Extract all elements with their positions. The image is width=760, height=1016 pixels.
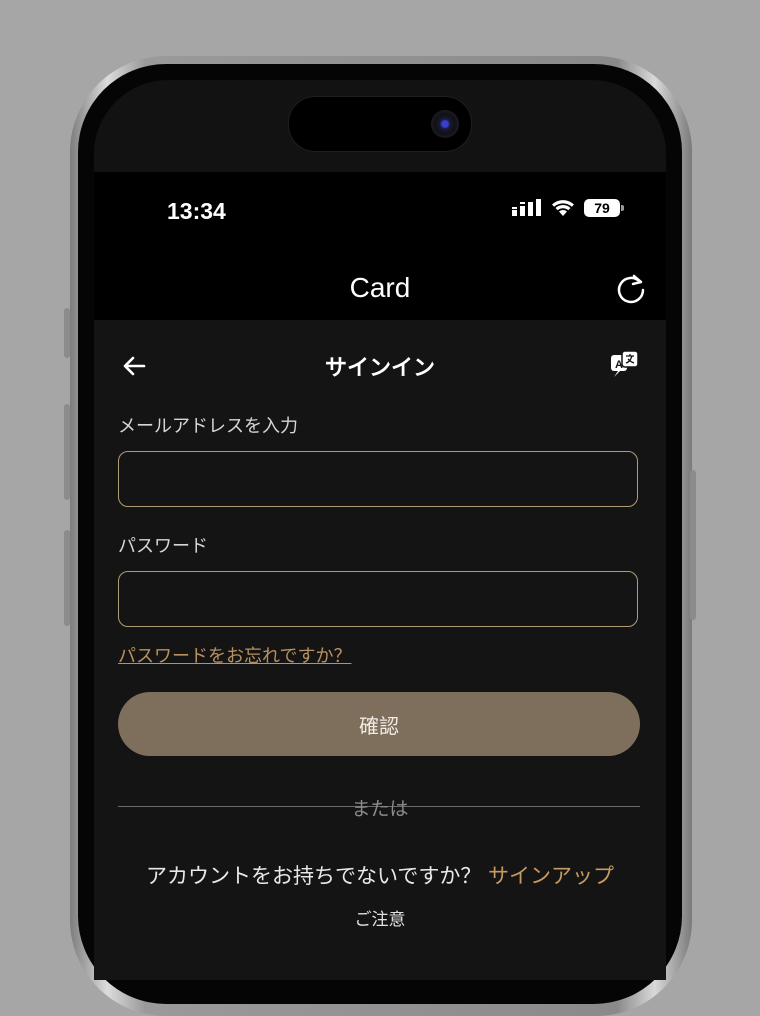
page-title: サインイン [324, 356, 435, 381]
svg-text:A: A [615, 359, 623, 371]
side-button-volume-up [64, 404, 70, 500]
signup-prompt: アカウントをお持ちでないですか？ [145, 864, 482, 888]
phone-screen: 13:34 79 Card サインイン A メールアドレスを入力 パスワード パ… [94, 80, 666, 980]
app-bar: Card [94, 250, 666, 320]
dynamic-island [288, 96, 472, 152]
signup-row: アカウントをお持ちでないですか？ サインアップ [94, 860, 666, 890]
notice-title: ご注意 [354, 910, 406, 930]
translate-icon[interactable]: A [610, 350, 640, 380]
status-bar: 13:34 79 [94, 172, 666, 250]
signal-icon [512, 199, 541, 216]
signup-link[interactable]: サインアップ [488, 864, 614, 888]
refresh-icon[interactable] [614, 272, 648, 306]
email-label: メールアドレスを入力 [118, 416, 298, 437]
battery-icon: 79 [584, 199, 624, 217]
camera-icon [431, 110, 459, 138]
forgot-password-link[interactable]: パスワードをお忘れですか？ [118, 642, 351, 668]
password-field[interactable] [118, 571, 638, 627]
signin-panel: サインイン A メールアドレスを入力 パスワード パスワードをお忘れですか？ 確… [94, 320, 666, 980]
side-button-action [64, 308, 70, 358]
side-button-power [690, 470, 696, 620]
or-text: または [351, 798, 409, 820]
email-field[interactable] [118, 451, 638, 507]
status-icons: 79 [512, 198, 624, 218]
wifi-icon [552, 200, 574, 216]
top-strip [94, 80, 666, 173]
app-title: Card [349, 272, 411, 303]
side-button-volume-down [64, 530, 70, 626]
confirm-button[interactable]: 確認 [118, 692, 640, 756]
password-label: パスワード [118, 536, 208, 557]
status-time: 13:34 [167, 198, 226, 224]
